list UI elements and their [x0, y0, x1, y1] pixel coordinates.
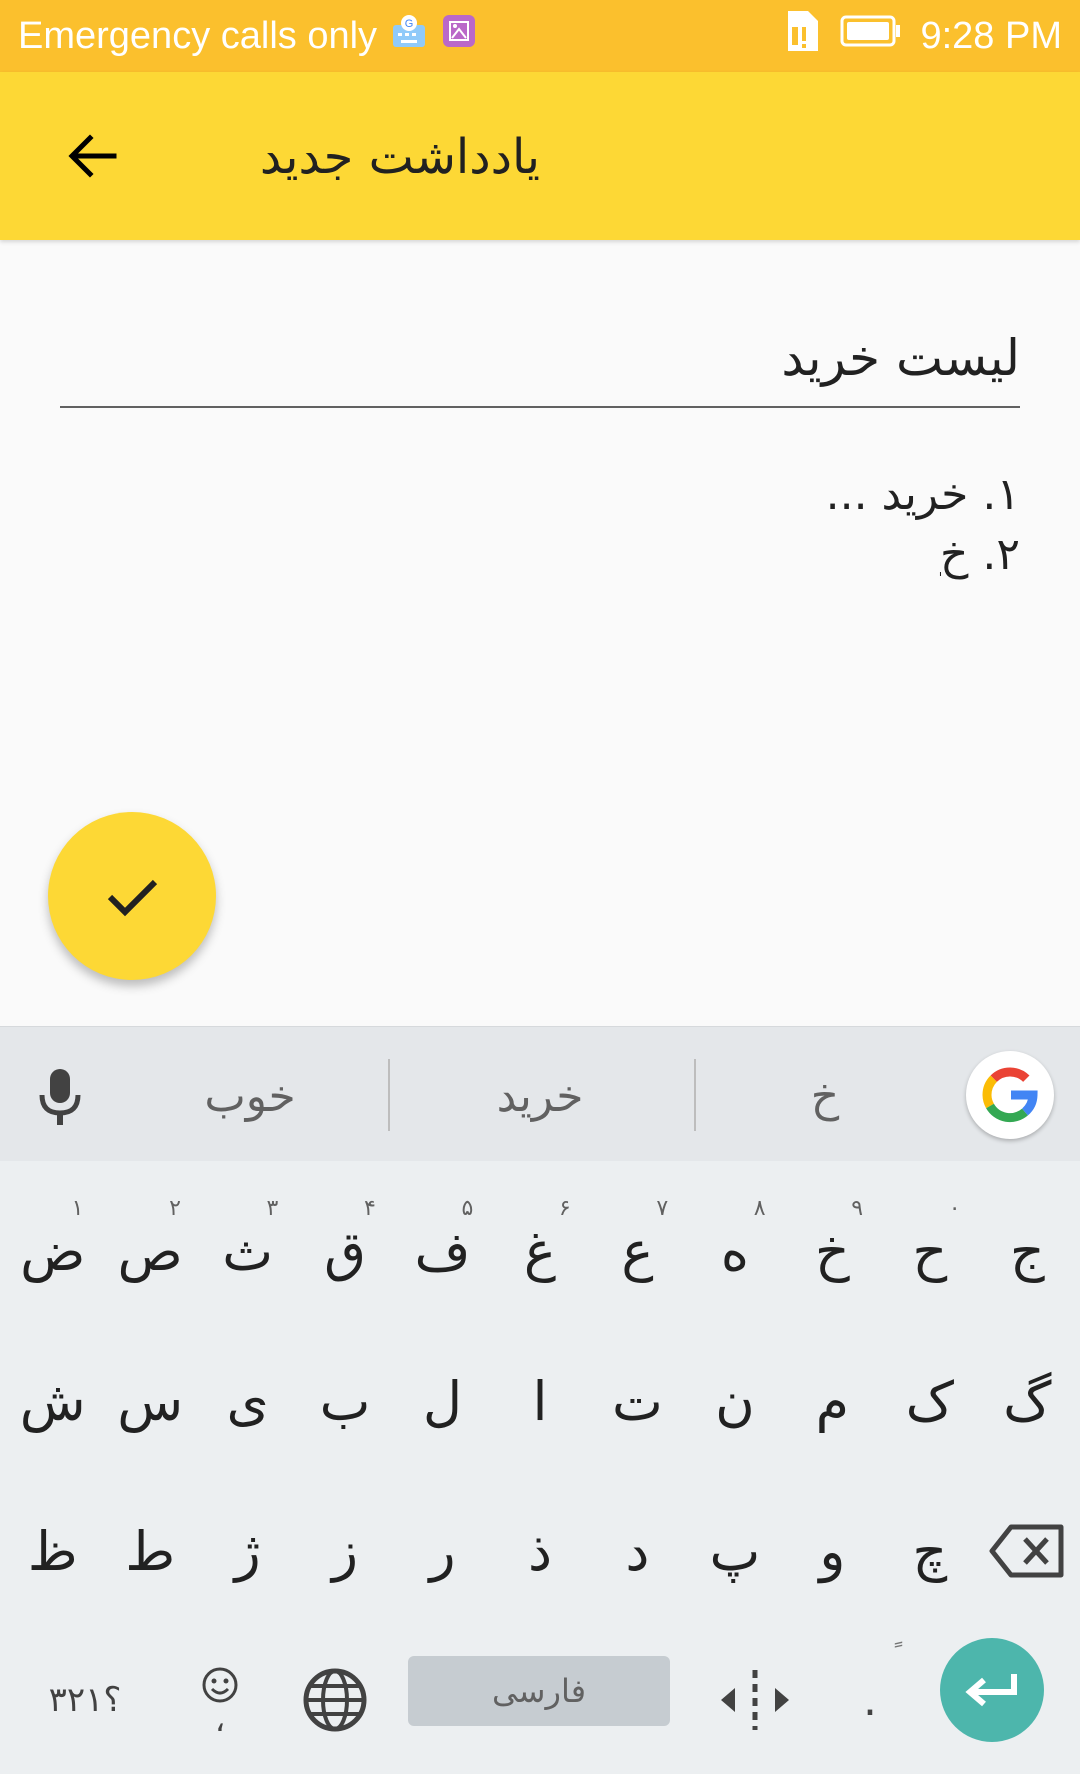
note-title-field[interactable] [60, 310, 1020, 408]
keyboard: خوب خرید خ ض۱ ص۲ ث۳ ق۴ ف۵ غ۶ ع۷ ه۸ خ۹ ح۰… [0, 1026, 1080, 1774]
svg-text:G: G [405, 18, 414, 30]
enter-icon [965, 1674, 1017, 1707]
key[interactable]: ج [979, 1176, 1076, 1326]
carrier-text: Emergency calls only [18, 14, 378, 57]
key-row-bottom: ؟۳۲۱ ، فارسی . ً [0, 1626, 1080, 1774]
google-search-button[interactable] [966, 1051, 1054, 1139]
key[interactable]: ص۲ [101, 1176, 198, 1326]
key[interactable]: ی [199, 1326, 296, 1476]
key[interactable]: ظ [4, 1476, 101, 1626]
suggestion-3[interactable]: خ [720, 1057, 930, 1137]
key[interactable]: ت [589, 1326, 686, 1476]
check-icon [107, 879, 158, 917]
back-button[interactable] [44, 108, 140, 204]
language-key[interactable] [280, 1626, 390, 1774]
key[interactable]: س [101, 1326, 198, 1476]
save-fab-button[interactable] [48, 812, 216, 980]
space-key[interactable]: فارسی [408, 1656, 670, 1726]
composing-text: خ [939, 529, 969, 580]
key[interactable]: م [784, 1326, 881, 1476]
key-row-1: ض۱ ص۲ ث۳ ق۴ ف۵ غ۶ ع۷ ه۸ خ۹ ح۰ ج [4, 1176, 1076, 1326]
gboard-icon: G [391, 13, 427, 59]
key[interactable]: خ۹ [784, 1176, 881, 1326]
key[interactable]: د [589, 1476, 686, 1626]
image-icon [441, 13, 477, 59]
suggestion-1[interactable]: خوب [140, 1057, 360, 1137]
symbols-key[interactable]: ؟۳۲۱ [20, 1626, 150, 1774]
key[interactable]: ط [101, 1476, 198, 1626]
period-key[interactable]: . ً [820, 1626, 920, 1774]
key[interactable]: ک [881, 1326, 978, 1476]
note-title-input[interactable] [60, 310, 1020, 406]
mic-icon [39, 1069, 81, 1125]
key[interactable]: ر [394, 1476, 491, 1626]
enter-key[interactable] [940, 1638, 1044, 1742]
key[interactable]: ن [686, 1326, 783, 1476]
backspace-icon [989, 1524, 1064, 1578]
arrow-back-icon [68, 134, 117, 178]
key[interactable]: ف۵ [394, 1176, 491, 1326]
key[interactable]: ز [296, 1476, 393, 1626]
mic-button[interactable] [20, 1057, 100, 1137]
key[interactable]: ش [4, 1326, 101, 1476]
backspace-key[interactable] [979, 1476, 1076, 1626]
key[interactable]: ح۰ [881, 1176, 978, 1326]
key[interactable]: گ [979, 1326, 1076, 1476]
body-line-1: ۱. خرید ... [825, 469, 1020, 520]
page-title: یادداشت جدید [259, 129, 540, 185]
emoji-comma-key[interactable]: ، [170, 1626, 270, 1774]
app-bar: یادداشت جدید [0, 72, 1080, 240]
key[interactable]: ب [296, 1326, 393, 1476]
suggestion-bar: خوب خرید خ [0, 1026, 1080, 1161]
key[interactable]: ع۷ [589, 1176, 686, 1326]
emoji-icon [202, 1667, 238, 1703]
key[interactable]: ض۱ [4, 1176, 101, 1326]
note-body-field[interactable]: ۱. خرید ... ۲. خ [60, 465, 1020, 605]
body-line-2-prefix: ۲. [968, 529, 1020, 580]
status-bar: Emergency calls only G 9:28 PM [0, 0, 1080, 72]
key[interactable]: و [784, 1476, 881, 1626]
key-row-3: ظ ط ژ ز ر ذ د پ و چ [4, 1476, 1076, 1626]
key[interactable]: ا [491, 1326, 588, 1476]
key[interactable]: ذ [491, 1476, 588, 1626]
suggestion-divider [388, 1059, 390, 1131]
cursor-move-icon [721, 1670, 789, 1730]
key[interactable]: ه۸ [686, 1176, 783, 1326]
suggestion-divider [694, 1059, 696, 1131]
globe-icon [303, 1668, 367, 1732]
comma-label: ، [214, 1701, 226, 1739]
key-row-2: ش س ی ب ل ا ت ن م ک گ [4, 1326, 1076, 1476]
suggestion-2[interactable]: خرید [430, 1057, 650, 1137]
key[interactable]: ق۴ [296, 1176, 393, 1326]
key[interactable]: ل [394, 1326, 491, 1476]
battery-icon [840, 14, 902, 58]
key[interactable]: پ [686, 1476, 783, 1626]
key[interactable]: ث۳ [199, 1176, 296, 1326]
sim-alert-icon [782, 9, 822, 63]
body-line-2: ۲. خ [60, 525, 1020, 585]
key[interactable]: ژ [199, 1476, 296, 1626]
key[interactable]: غ۶ [491, 1176, 588, 1326]
google-g-icon [982, 1067, 1038, 1123]
cursor-key[interactable] [700, 1626, 810, 1774]
clock: 9:28 PM [920, 14, 1062, 57]
key[interactable]: چ [881, 1476, 978, 1626]
